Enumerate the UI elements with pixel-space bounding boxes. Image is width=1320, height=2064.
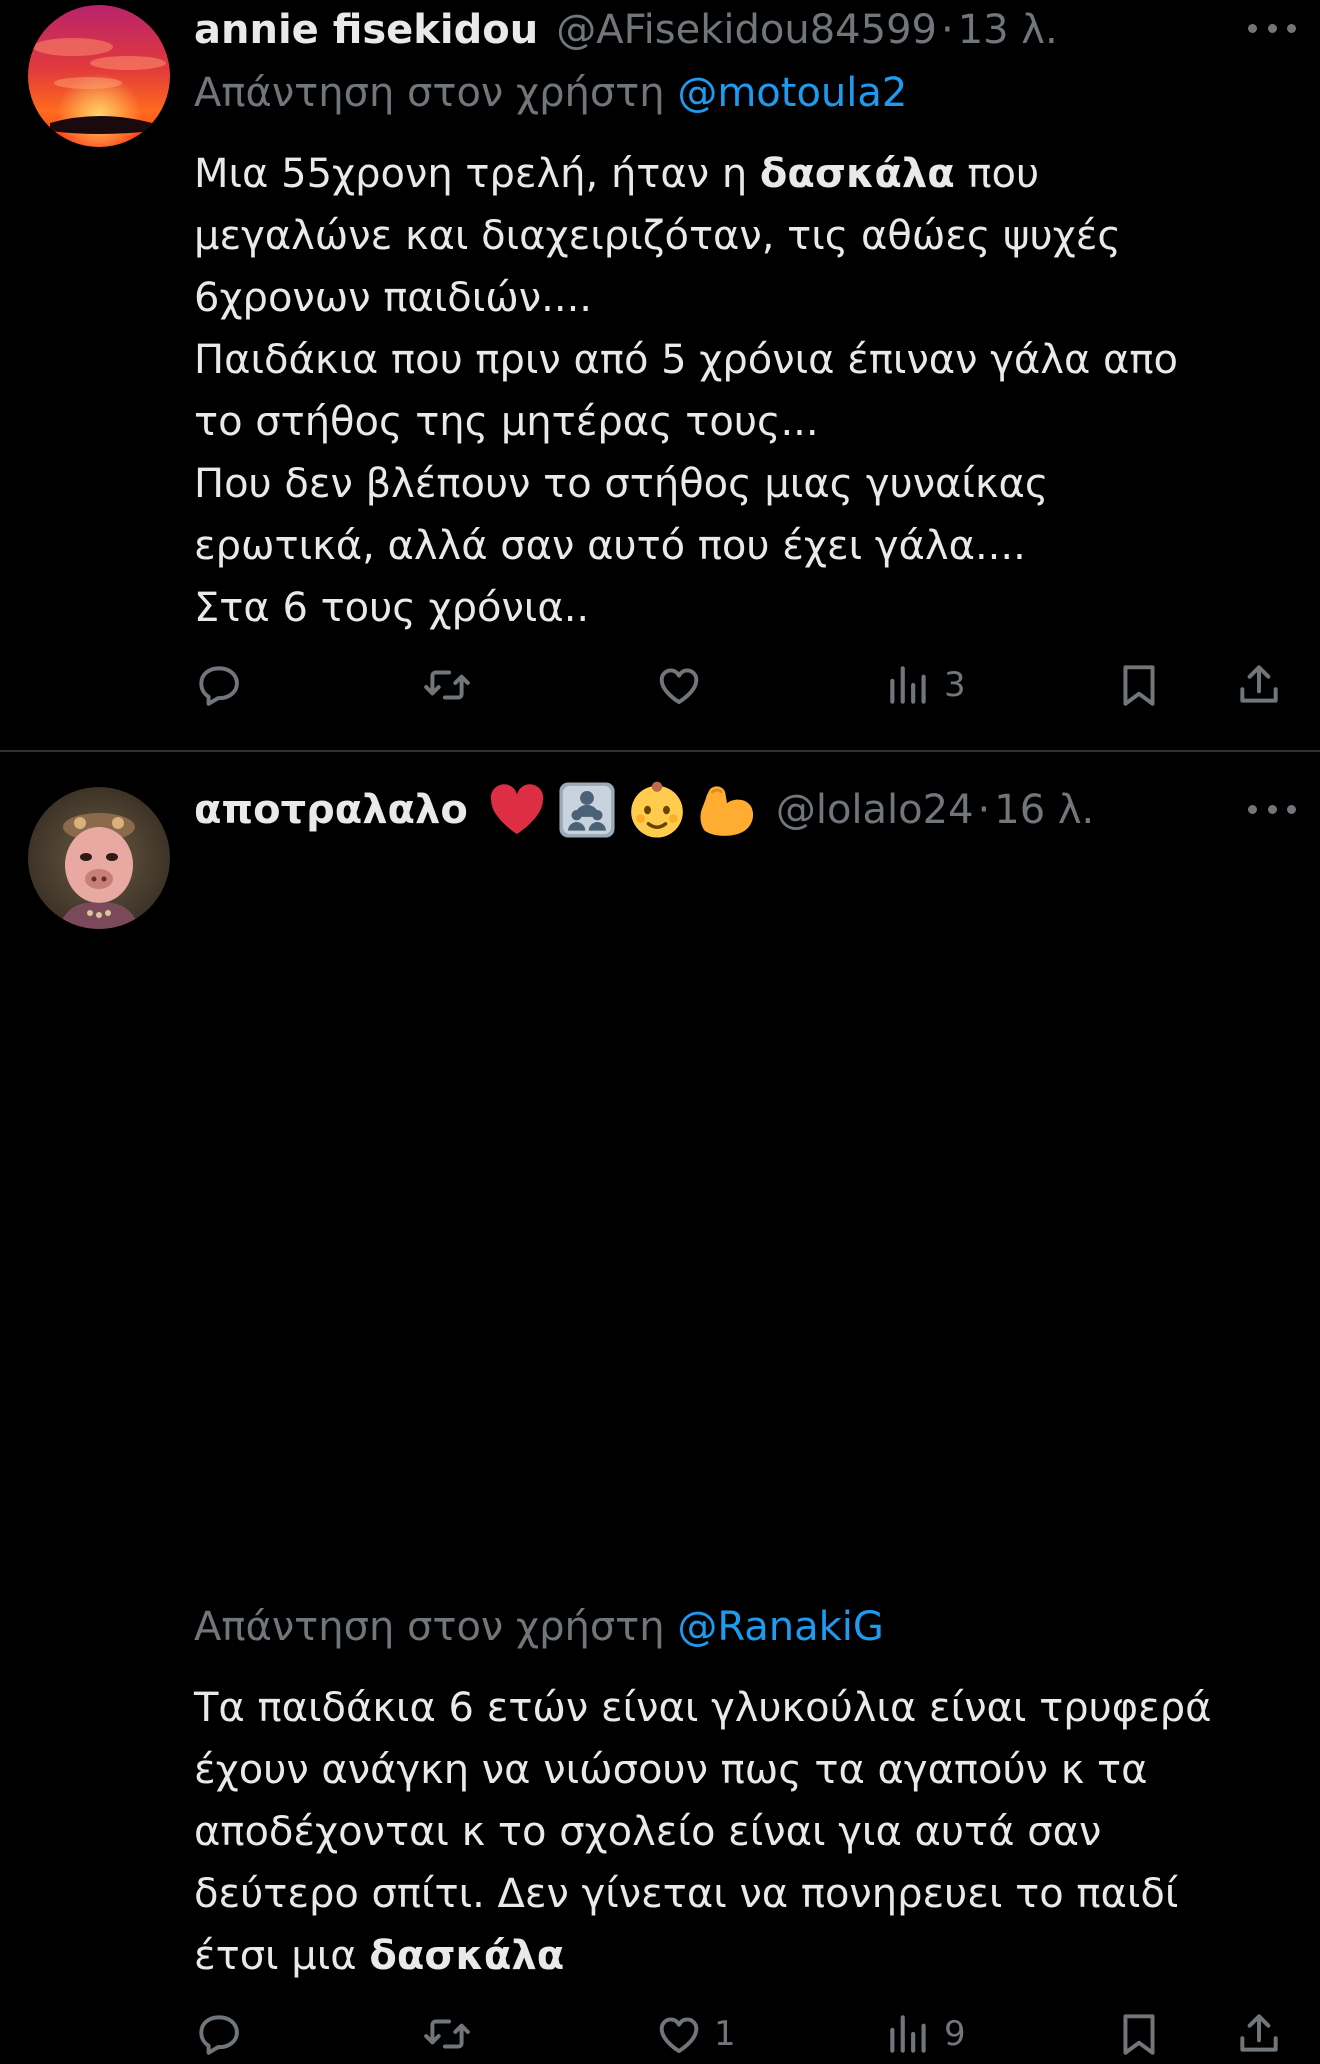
tweet-text-line: έτσι μια δασκάλα [194, 1933, 565, 1979]
tweet-actions: 3 [194, 655, 1294, 715]
tweet-text-line: Τα παιδάκια 6 ετών είναι γλυκούλια είναι… [194, 1685, 1212, 1731]
view-count: 9 [944, 2014, 966, 2054]
display-name[interactable]: αποτραλαλο [194, 787, 468, 833]
separator-dot: · [940, 7, 954, 53]
timestamp[interactable]: 13 λ. [958, 7, 1058, 53]
avatar[interactable] [28, 5, 170, 147]
user-handle[interactable]: @AFisekidou84599 [556, 7, 937, 53]
replying-to-label: Απάντηση στον χρήστη [194, 1604, 665, 1650]
red-heart-emoji [490, 784, 544, 835]
bold-keyword: δασκάλα [759, 151, 955, 197]
views-button[interactable]: 3 [884, 655, 966, 715]
like-count: 1 [714, 2014, 736, 2054]
tweet-reply-1[interactable]: annie fisekidou @AFisekidou84599 · 13 λ.… [0, 0, 1320, 750]
share-button[interactable] [1234, 2004, 1284, 2064]
tweet-text-line: Που δεν βλέπουν το στήθος μιας γυναίκας [194, 461, 1049, 507]
tweet-text-line: αποδέχονται κ το σχολείο είναι για αυτά … [194, 1809, 1102, 1855]
separator-dot: · [977, 787, 991, 833]
mention-link[interactable]: @RanakiG [677, 1604, 884, 1650]
timestamp[interactable]: 16 λ. [994, 787, 1094, 833]
tweet-text-line: ερωτικά, αλλά σαν αυτό που έχει γάλα.... [194, 523, 1026, 569]
views-icon [890, 666, 926, 704]
retweet-icon [424, 670, 470, 700]
tweet-text-line: το στήθος της μητέρας τους... [194, 399, 819, 445]
miss-piggy-avatar-image [28, 787, 170, 929]
sunset-avatar-image [28, 5, 170, 147]
share-icon [1240, 2014, 1278, 2052]
bold-keyword: δασκάλα [369, 1933, 565, 1979]
tweet-text-line: έχουν ανάγκη να νιώσουν πως τα αγαπούν κ… [194, 1747, 1148, 1793]
like-icon [659, 2017, 699, 2054]
reply-button[interactable] [194, 2004, 254, 2064]
bookmark-icon [1123, 665, 1155, 706]
reply-button[interactable] [194, 655, 254, 715]
share-button[interactable] [1234, 655, 1284, 715]
tweet-text-line: 6χρονων παιδιών.... [194, 275, 593, 321]
tweet-text-line: μεγαλώνε και διαχειριζόταν, τις αθώες ψυ… [194, 213, 1121, 259]
name-emojis [486, 779, 758, 841]
user-handle[interactable]: @lolalo24 [776, 787, 974, 833]
retweet-button[interactable] [422, 2004, 482, 2064]
tweet-text-line: δεύτερο σπίτι. Δεν γίνεται να πονηρευει … [194, 1871, 1179, 1917]
display-name[interactable]: annie fisekidou [194, 7, 538, 53]
tweet-text-line: Παιδάκια που πριν από 5 χρόνια έπιναν γά… [194, 337, 1178, 383]
replying-to-label: Απάντηση στον χρήστη [194, 70, 665, 116]
family-emoji [559, 782, 615, 838]
mention-link[interactable]: @motoula2 [677, 70, 907, 116]
bookmark-icon [1123, 2014, 1155, 2055]
like-button[interactable]: 1 [654, 2004, 736, 2064]
like-button[interactable] [654, 655, 714, 715]
bookmark-button[interactable] [1114, 655, 1164, 715]
view-count: 3 [944, 665, 966, 705]
like-icon [659, 668, 699, 705]
avatar[interactable] [28, 787, 170, 929]
more-options-icon[interactable] [1248, 18, 1296, 38]
bookmark-button[interactable] [1114, 2004, 1164, 2064]
views-button[interactable]: 9 [884, 2004, 966, 2064]
views-icon [890, 2015, 926, 2053]
more-options-icon[interactable] [1248, 799, 1296, 819]
tweet-text-line: Στα 6 τους χρόνια.. [194, 585, 590, 631]
baby-emoji [630, 781, 683, 838]
tweet-header: annie fisekidou @AFisekidou84599 · 13 λ. [194, 2, 1058, 58]
flexed-biceps-emoji [700, 786, 753, 836]
reply-icon [199, 666, 239, 706]
tweet-text: Τα παιδάκια 6 ετών είναι γλυκούλια είναι… [194, 1677, 1304, 1987]
replying-to: Απάντηση στον χρήστη @motoula2 [194, 70, 907, 116]
share-icon [1240, 665, 1278, 703]
retweet-button[interactable] [422, 655, 482, 715]
tweet-text: Μια 55χρονη τρελή, ήταν η δασκάλα που με… [194, 143, 1304, 639]
tweet-reply-2[interactable]: αποτραλαλο @lolalo24 · 16 λ. Απάντηση στ… [0, 752, 1320, 2055]
replying-to: Απάντηση στον χρήστη @RanakiG [194, 1604, 884, 1650]
tweet-header: αποτραλαλο @lolalo24 · 16 λ. [194, 779, 1094, 841]
reply-icon [199, 2015, 239, 2055]
tweet-actions: 1 9 [194, 2004, 1294, 2064]
tweet-text-line: Μια 55χρονη τρελή, ήταν η δασκάλα που [194, 151, 1040, 197]
retweet-icon [424, 2019, 470, 2049]
